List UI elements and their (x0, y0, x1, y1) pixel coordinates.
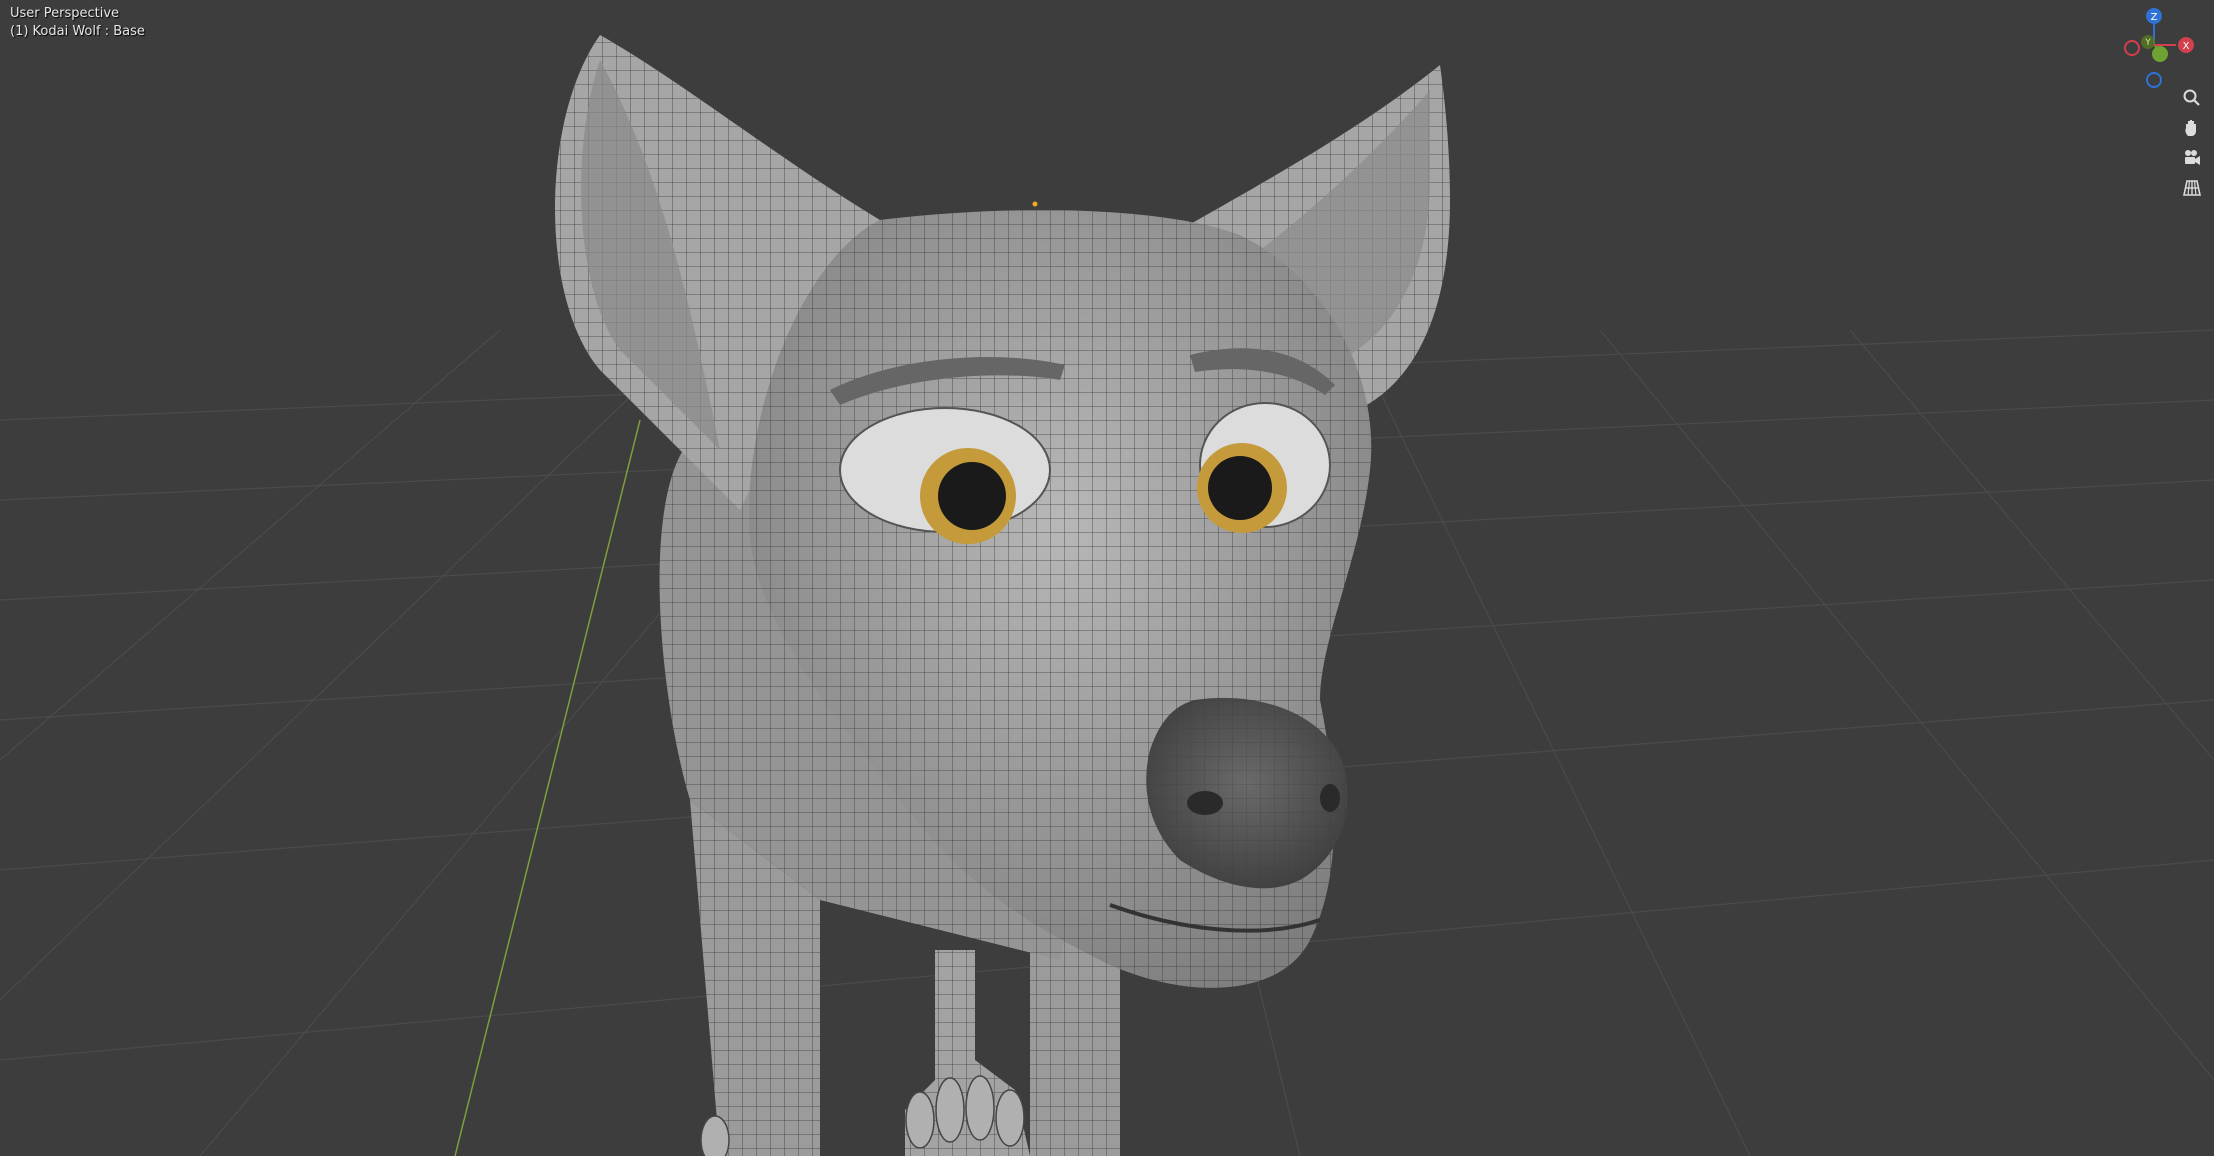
gizmo-y-label: Y (2144, 38, 2151, 48)
gizmo-neg-z-axis[interactable] (2146, 72, 2162, 88)
pan-button[interactable] (2182, 118, 2210, 146)
object-info-label: (1) Kodai Wolf : Base (10, 24, 145, 39)
viewport-canvas[interactable] (0, 0, 2214, 1156)
navigation-gizmo[interactable]: Z Y X (2124, 0, 2214, 90)
3d-viewport[interactable]: User Perspective (1) Kodai Wolf : Base Z… (0, 0, 2214, 1156)
y-axis-line (454, 419, 641, 1156)
magnifier-icon (2183, 89, 2200, 106)
gizmo-x-label: X (2183, 41, 2190, 52)
paw-left (700, 1115, 730, 1156)
wolf-mesh[interactable] (555, 35, 1450, 1156)
zoom-button[interactable] (2182, 88, 2210, 116)
camera-icon (2185, 150, 2200, 165)
gizmo-z-label: Z (2151, 12, 2158, 23)
grid-icon (2183, 180, 2201, 196)
ortho-toggle-button[interactable] (2182, 178, 2210, 206)
gizmo-neg-x-axis[interactable] (2124, 40, 2140, 56)
gizmo-y-axis[interactable] (2152, 46, 2168, 62)
object-origin (1032, 201, 1038, 207)
hand-icon (2185, 120, 2196, 136)
camera-view-button[interactable] (2182, 148, 2210, 176)
view-mode-label: User Perspective (10, 6, 120, 21)
